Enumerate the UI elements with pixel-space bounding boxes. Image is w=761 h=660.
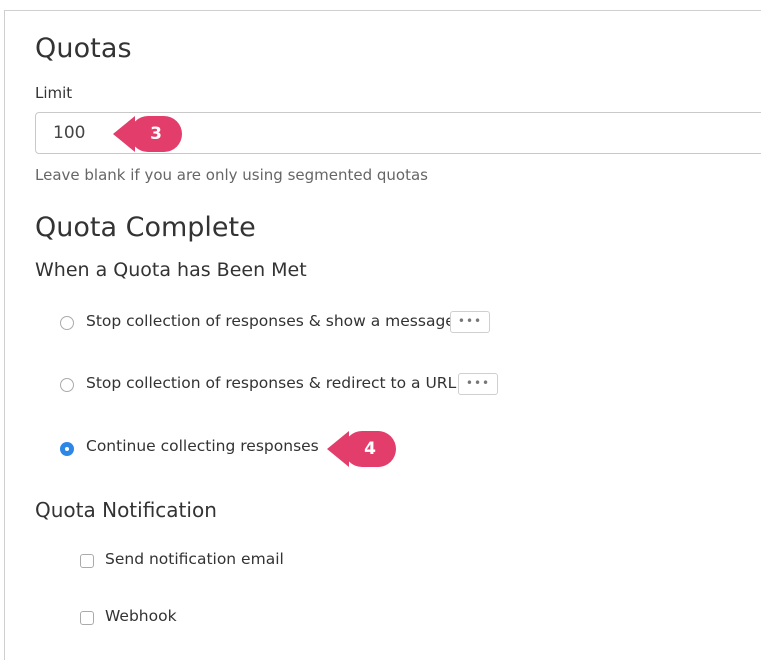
limit-help-text: Leave blank if you are only using segmen… (35, 166, 428, 184)
callout-4-badge: 4 (344, 431, 396, 467)
quota-notification-heading: Quota Notification (35, 498, 217, 522)
send-notification-email-label[interactable]: Send notification email (105, 550, 284, 568)
webhook-label[interactable]: Webhook (105, 607, 177, 625)
limit-label: Limit (35, 84, 73, 102)
quotas-heading: Quotas (35, 33, 132, 64)
option-stop-show-message-label[interactable]: Stop collection of responses & show a me… (86, 312, 455, 330)
quota-met-subheading: When a Quota has Been Met (35, 259, 307, 281)
option-stop-redirect-url-label[interactable]: Stop collection of responses & redirect … (86, 374, 456, 392)
limit-input-value: 100 (53, 123, 86, 143)
radio-stop-show-message[interactable] (60, 316, 74, 330)
radio-stop-redirect-url[interactable] (60, 378, 74, 392)
callout-3-badge: 3 (130, 116, 182, 152)
quota-complete-heading: Quota Complete (35, 212, 256, 243)
more-options-button[interactable]: ••• (450, 311, 490, 333)
more-options-button[interactable]: ••• (458, 373, 498, 395)
radio-continue-collecting[interactable] (60, 442, 74, 456)
option-continue-collecting-label[interactable]: Continue collecting responses (86, 437, 319, 455)
send-notification-email-checkbox[interactable] (80, 554, 94, 568)
webhook-checkbox[interactable] (80, 611, 94, 625)
